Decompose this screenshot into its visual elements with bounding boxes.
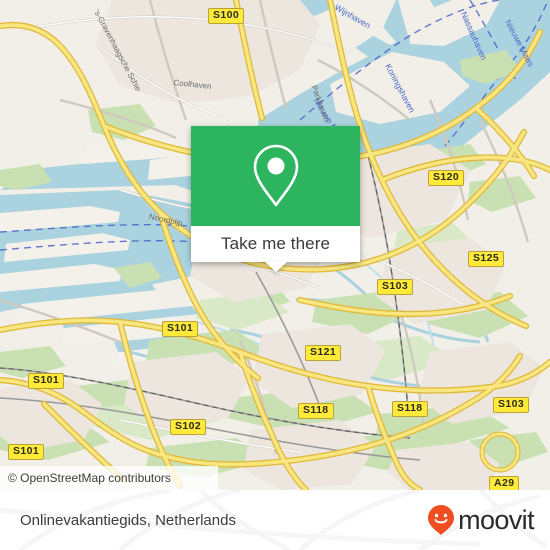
location-title: Onlinevakantiegids, Netherlands [20, 511, 236, 529]
road-shield[interactable]: S101 [162, 321, 199, 337]
moovit-map-screenshot: S100 S120 S125 S103 S101 S121 S101 S118 … [0, 0, 550, 550]
map-attribution[interactable]: © OpenStreetMap contributors [0, 466, 218, 490]
moovit-smiling-pin-icon [428, 505, 455, 535]
road-shield[interactable]: S103 [493, 397, 530, 413]
road-shield[interactable]: S103 [377, 279, 414, 295]
road-shield[interactable]: S100 [208, 8, 245, 24]
road-shield[interactable]: S125 [468, 251, 505, 267]
card-pointer-tail [264, 262, 287, 272]
moovit-logo[interactable]: moovit [426, 505, 535, 535]
road-shield[interactable]: S101 [8, 444, 45, 460]
road-shield[interactable]: S121 [305, 345, 342, 361]
road-shield[interactable]: A29 [489, 476, 520, 490]
road-shield[interactable]: S102 [170, 419, 207, 435]
card-action-area[interactable]: Take me there [191, 226, 360, 272]
take-me-there-card[interactable]: Take me there [191, 126, 360, 272]
take-me-there-label: Take me there [220, 234, 331, 253]
attribution-text: © OpenStreetMap contributors [8, 471, 171, 485]
road-shield[interactable]: S101 [28, 373, 65, 389]
road-shield[interactable]: S118 [392, 401, 428, 417]
road-shield[interactable]: S120 [428, 170, 465, 186]
map-pin-icon [253, 144, 298, 207]
card-icon-area [191, 126, 360, 226]
road-shield[interactable]: S118 [298, 403, 334, 419]
map-canvas[interactable]: S100 S120 S125 S103 S101 S121 S101 S118 … [0, 0, 550, 490]
moovit-wordmark: moovit [458, 505, 535, 535]
footer-bar: Onlinevakantiegids, Netherlands moovit [0, 490, 550, 550]
